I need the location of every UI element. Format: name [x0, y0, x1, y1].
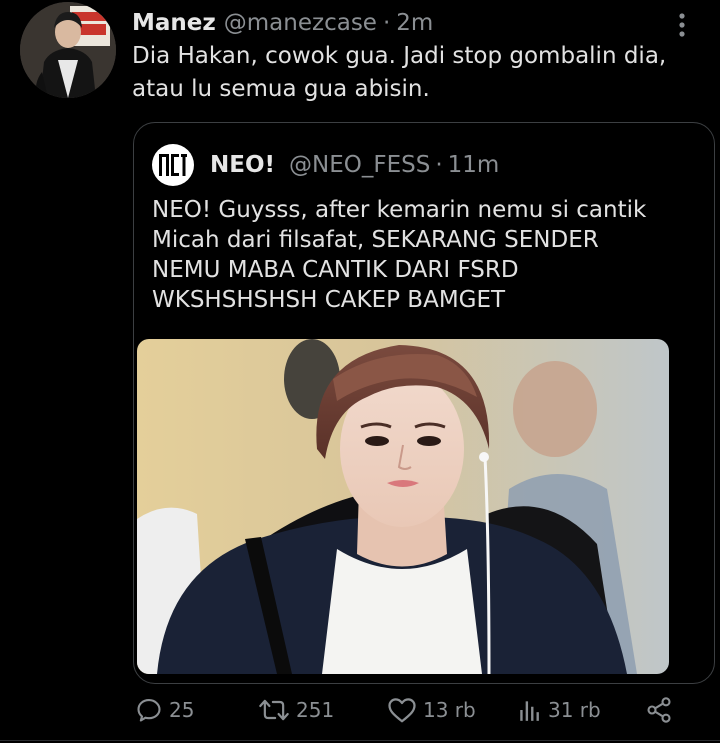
- tweet[interactable]: Manez @manezcase · 2m Dia Hakan, cowok g…: [0, 0, 720, 743]
- like-icon: [388, 698, 416, 723]
- views-count: 31 rb: [548, 698, 601, 722]
- photo-image: [137, 339, 669, 674]
- tweet-actions: 25 251 13 rb 31 rb: [0, 690, 720, 730]
- quoted-timestamp[interactable]: 11m: [448, 152, 500, 178]
- like-count: 13 rb: [423, 698, 476, 722]
- reply-count: 25: [169, 698, 195, 722]
- quoted-tweet[interactable]: NEO! @NEO_FESS · 11m NEO! Guysss, after …: [133, 122, 715, 684]
- analytics-icon: [520, 701, 539, 721]
- author-handle[interactable]: @manezcase: [224, 6, 377, 40]
- quoted-author-handle[interactable]: @NEO_FESS: [289, 152, 430, 178]
- divider: [0, 740, 720, 741]
- quoted-header-separator: ·: [435, 152, 443, 178]
- tweet-timestamp[interactable]: 2m: [396, 6, 433, 40]
- quoted-author-name[interactable]: NEO!: [210, 152, 275, 178]
- reply-icon: [137, 699, 161, 722]
- more-vertical-icon[interactable]: [672, 10, 692, 40]
- author-avatar-image: [20, 2, 116, 98]
- reply-button[interactable]: 25: [135, 690, 194, 730]
- share-icon: [647, 697, 671, 723]
- author-name[interactable]: Manez: [132, 6, 216, 40]
- tweet-text: Dia Hakan, cowok gua. Jadi stop gombalin…: [132, 43, 667, 102]
- analytics-button[interactable]: 31 rb: [518, 690, 601, 730]
- quoted-tweet-photo[interactable]: [137, 339, 669, 674]
- quoted-tweet-text: NEO! Guysss, after kemarin nemu si canti…: [152, 197, 647, 313]
- header-separator: ·: [382, 10, 391, 36]
- retweet-icon: [259, 699, 289, 721]
- nct-logo-icon: [159, 154, 187, 176]
- author-avatar[interactable]: [20, 2, 116, 98]
- retweet-count: 251: [296, 698, 335, 722]
- quoted-avatar[interactable]: [152, 144, 194, 186]
- quoted-tweet-header: NEO! @NEO_FESS · 11m: [152, 144, 500, 186]
- share-button[interactable]: [645, 690, 673, 730]
- retweet-button[interactable]: 251: [258, 690, 334, 730]
- like-button[interactable]: 13 rb: [387, 690, 476, 730]
- tweet-header: Manez @manezcase · 2m: [132, 6, 433, 40]
